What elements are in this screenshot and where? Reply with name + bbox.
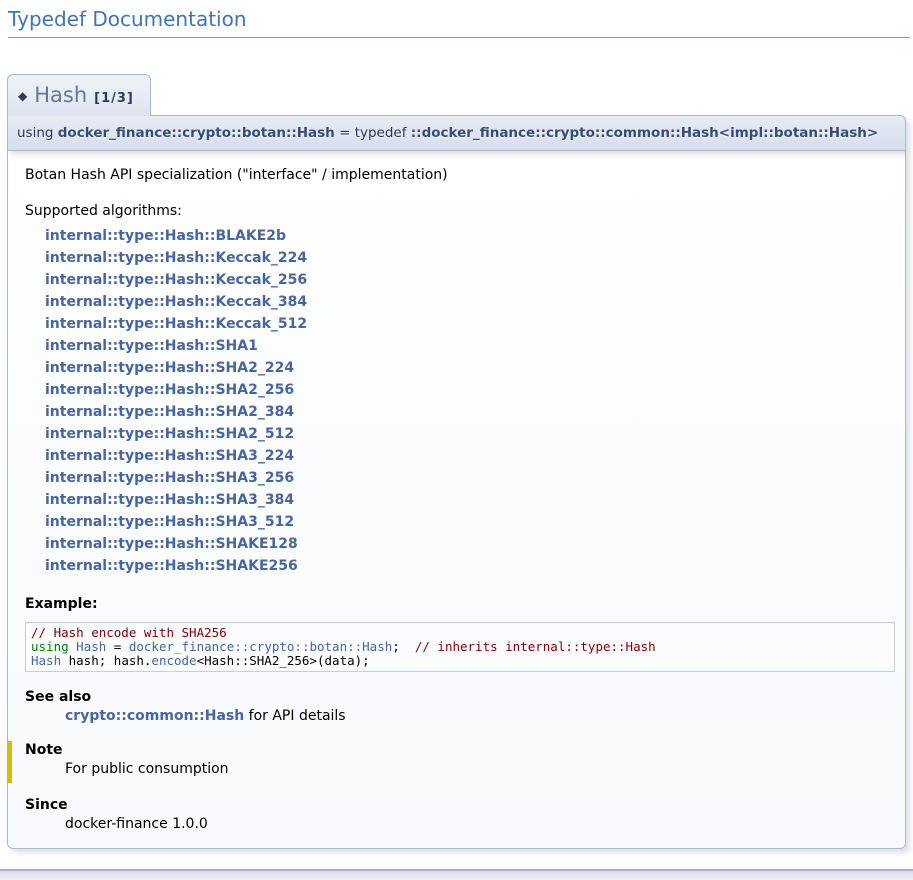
code-line: // Hash encode with SHA256	[31, 626, 889, 640]
algorithm-link[interactable]: internal::type::Hash::SHA2_512	[45, 423, 895, 445]
code-token-plain: hash; hash.	[61, 653, 151, 668]
see-also-heading: See also	[25, 689, 895, 705]
algorithm-link[interactable]: internal::type::Hash::SHA2_256	[45, 379, 895, 401]
permalink-diamond-icon[interactable]: ◆	[18, 89, 27, 103]
member-item-hash: ◆Hash[1/3] using docker_finance::crypto:…	[7, 74, 906, 849]
code-token-plain: =	[106, 639, 129, 654]
typedef-documentation-page: Typedef Documentation ◆ Hash [1/3] using d…	[0, 7, 913, 880]
signature-prefix: using	[17, 125, 58, 141]
code-token-plain: ;	[392, 639, 415, 654]
code-link[interactable]: encode	[151, 653, 196, 668]
algorithm-link[interactable]: internal::type::Hash::BLAKE2b	[45, 225, 895, 247]
since-heading: Since	[25, 797, 895, 813]
note-text: For public consumption	[65, 761, 895, 777]
algorithm-link[interactable]: internal::type::Hash::SHA3_256	[45, 467, 895, 489]
algorithm-link[interactable]: internal::type::Hash::SHA2_384	[45, 401, 895, 423]
code-token-comment: // inherits internal::type::Hash	[415, 639, 656, 654]
supported-algorithms-heading: Supported algorithms:	[25, 203, 895, 219]
algorithm-link[interactable]: internal::type::Hash::Keccak_224	[45, 247, 895, 269]
signature-target-type: ::docker_finance::crypto::common::Hash<i…	[411, 125, 878, 141]
algorithm-list: internal::type::Hash::BLAKE2binternal::t…	[45, 225, 895, 577]
code-token-plain: <Hash::SHA2_256>(data);	[197, 653, 370, 668]
code-link[interactable]: Hash	[76, 639, 106, 654]
member-tab-label: Hash	[34, 83, 87, 107]
algorithm-link[interactable]: internal::type::Hash::SHA2_224	[45, 357, 895, 379]
member-tab-overload-index: [1/3]	[94, 91, 134, 106]
algorithm-link[interactable]: internal::type::Hash::Keccak_384	[45, 291, 895, 313]
see-also-link[interactable]: crypto::common::Hash	[65, 708, 244, 724]
code-line: Hash hash; hash.encode<Hash::SHA2_256>(d…	[31, 654, 889, 668]
algorithm-link[interactable]: internal::type::Hash::SHA3_224	[45, 445, 895, 467]
algorithm-link[interactable]: internal::type::Hash::SHAKE256	[45, 555, 895, 577]
signature-equals-typedef: = typedef	[335, 125, 411, 141]
code-link[interactable]: docker_finance::crypto::botan::Hash	[129, 639, 392, 654]
algorithm-link[interactable]: internal::type::Hash::SHA3_512	[45, 511, 895, 533]
see-also-section: See also crypto::common::Hash for API de…	[25, 689, 895, 724]
note-heading: Note	[25, 742, 895, 758]
algorithm-link[interactable]: internal::type::Hash::SHAKE128	[45, 533, 895, 555]
see-also-text: for API details	[244, 708, 345, 724]
since-section: Since docker-finance 1.0.0	[25, 797, 895, 832]
code-token-comment: // Hash encode with SHA256	[31, 625, 227, 640]
code-link[interactable]: Hash	[31, 653, 61, 668]
next-member-header-edge	[0, 869, 913, 880]
note-section: Note For public consumption	[7, 741, 895, 783]
see-also-content: crypto::common::Hash for API details	[65, 708, 895, 724]
since-text: docker-finance 1.0.0	[65, 816, 895, 832]
member-documentation: Botan Hash API specialization ("interfac…	[7, 151, 906, 849]
code-line: using Hash = docker_finance::crypto::bot…	[31, 640, 889, 654]
member-tab[interactable]: ◆ Hash [1/3]	[7, 74, 151, 116]
algorithm-link[interactable]: internal::type::Hash::Keccak_256	[45, 269, 895, 291]
algorithm-link[interactable]: internal::type::Hash::SHA1	[45, 335, 895, 357]
member-signature-row: using docker_finance::crypto::botan::Has…	[7, 115, 906, 151]
example-heading: Example:	[25, 596, 895, 612]
algorithm-link[interactable]: internal::type::Hash::Keccak_512	[45, 313, 895, 335]
code-token-keyword: using	[31, 639, 69, 654]
code-fragment: // Hash encode with SHA256using Hash = d…	[25, 622, 895, 672]
page-title: Typedef Documentation	[8, 7, 910, 38]
signature-name: docker_finance::crypto::botan::Hash	[58, 125, 335, 141]
member-description: Botan Hash API specialization ("interfac…	[25, 167, 895, 183]
algorithm-link[interactable]: internal::type::Hash::SHA3_384	[45, 489, 895, 511]
